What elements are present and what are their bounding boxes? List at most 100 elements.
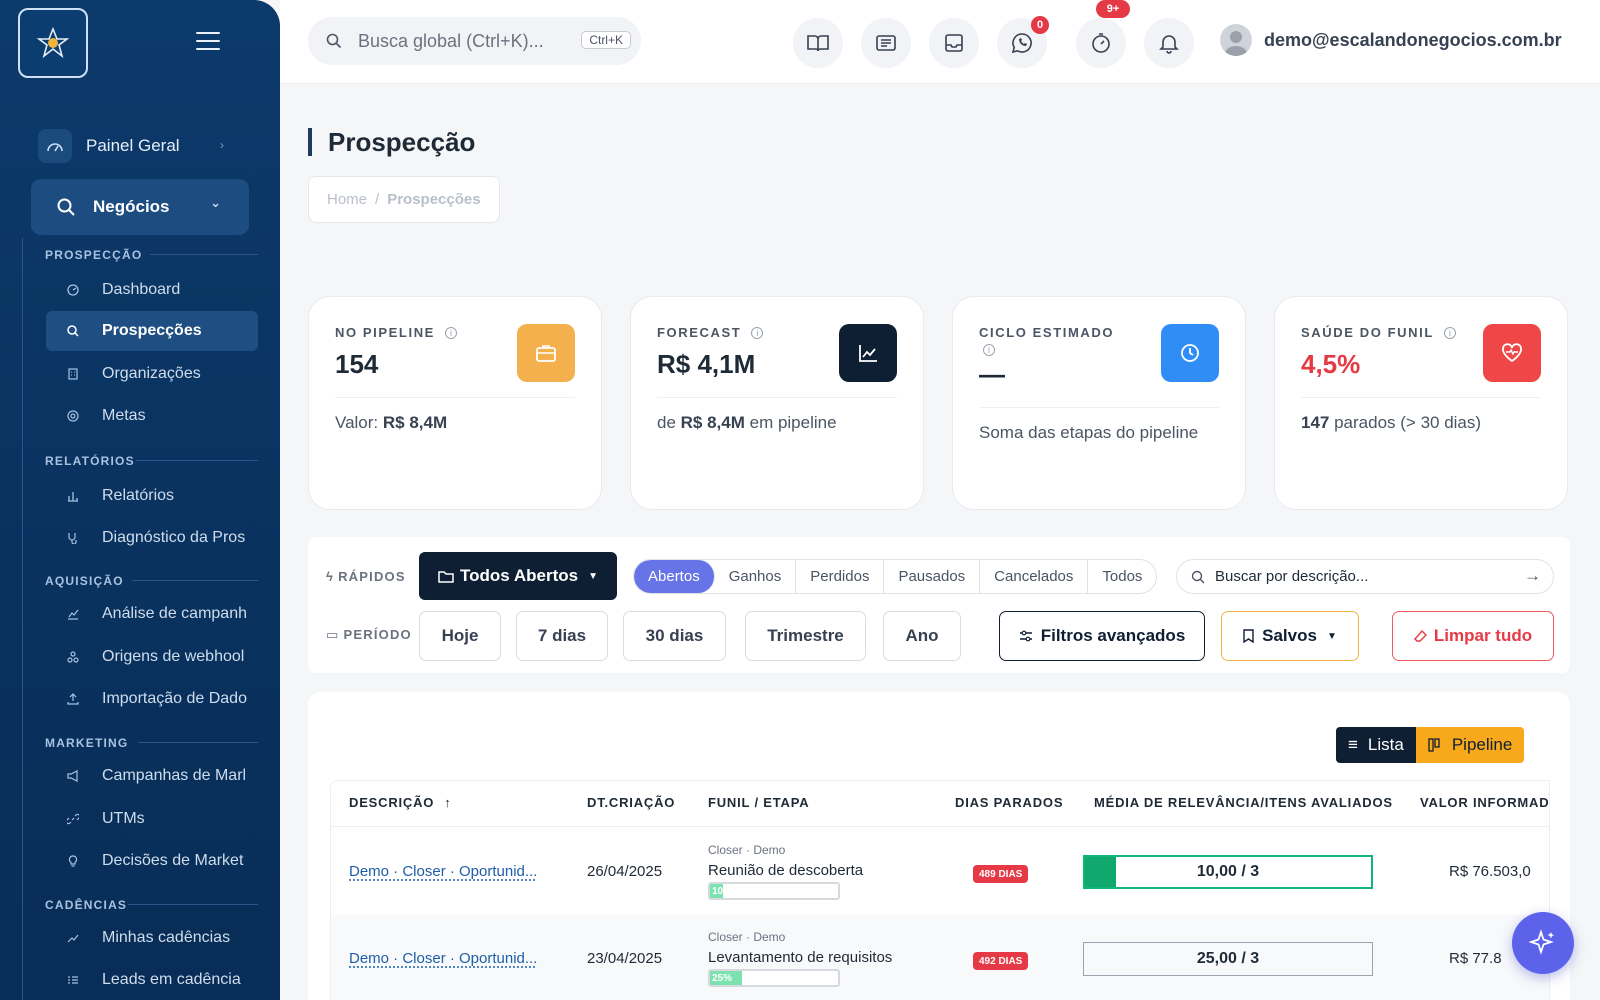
period-7-dias-button[interactable]: 7 dias (516, 611, 608, 661)
heart-pulse-icon (1483, 324, 1541, 382)
sliders-icon (1019, 630, 1033, 642)
sidebar-item-relatorios[interactable]: Relatórios (46, 476, 258, 516)
section-title-relatorios: RELATÓRIOS (45, 454, 135, 468)
divider (335, 397, 575, 398)
stage-name: Reunião de descoberta (708, 862, 864, 879)
status-tab-perdidos[interactable]: Perdidos (796, 560, 885, 593)
ai-assistant-button[interactable] (1512, 912, 1574, 974)
sidebar-item-label: Campanhas de Marl (102, 767, 247, 784)
columns-icon (1428, 738, 1442, 752)
view-dropdown-label: Todos Abertos (460, 566, 579, 585)
relevance-bar: 25,00 / 3 (1083, 942, 1373, 976)
view-list-button[interactable]: ≡ Lista (1336, 727, 1416, 763)
whatsapp-button[interactable]: 0 (997, 16, 1049, 68)
funnel-name: Closer · Demo (708, 843, 786, 857)
global-search[interactable]: Ctrl+K (308, 17, 641, 65)
breadcrumb: Home / Prospecções (308, 176, 500, 223)
relevance-value: 10,00 / 3 (1196, 863, 1260, 880)
sidebar-item-dashboard[interactable]: Dashboard (46, 270, 258, 310)
sidebar-item-importacao[interactable]: Importação de Dado (46, 679, 258, 719)
shortcut-hint: Ctrl+K (581, 31, 631, 49)
notifications-button[interactable] (1144, 18, 1194, 68)
sidebar-group-negocios[interactable]: Negócios ⌄ (31, 179, 249, 235)
caret-down-icon: ▼ (588, 570, 598, 582)
period-30-dias-button[interactable]: 30 dias (623, 611, 726, 661)
info-icon[interactable]: i (444, 327, 457, 339)
column-header-dias-parados[interactable]: DIAS PARADOS (955, 795, 1063, 810)
saved-filters-dropdown[interactable]: Salvos ▼ (1221, 611, 1359, 661)
dashboard-icon (66, 283, 80, 297)
period-trimestre-button[interactable]: Trimestre (745, 611, 866, 661)
advanced-filters-button[interactable]: Filtros avançados (999, 611, 1205, 661)
view-dropdown[interactable]: Todos Abertos ▼ (419, 552, 617, 600)
inbox-button[interactable] (929, 18, 979, 68)
filter-label-periodo: ▭ PERÍODO (326, 627, 412, 642)
book-button[interactable] (793, 18, 843, 68)
column-header-relevancia[interactable]: MÉDIA DE RELEVÂNCIA/ITENS AVALIADOS (1094, 795, 1393, 810)
timer-button[interactable]: 9+ (1076, 0, 1130, 68)
deal-description-link[interactable]: Demo · Closer · Oportunid... (349, 950, 537, 967)
sidebar-item-analise-campanhas[interactable]: Análise de campanh (46, 594, 258, 634)
sidebar-item-prospeccoes[interactable]: Prospecções (46, 311, 258, 351)
status-tab-abertos[interactable]: Abertos (634, 560, 715, 593)
column-header-descricao[interactable]: DESCRIÇÃO ↑ (349, 795, 452, 810)
menu-toggle-button[interactable] (196, 32, 220, 50)
info-icon[interactable]: i (1443, 327, 1456, 339)
column-header-valor[interactable]: VALOR INFORMAD (1420, 795, 1549, 810)
divider (128, 904, 258, 905)
deal-description-link[interactable]: Demo · Closer · Oportunid... (349, 863, 537, 880)
megaphone-icon (66, 769, 80, 783)
sidebar-group-label: Negócios (93, 197, 170, 216)
list-icon (66, 973, 80, 987)
info-icon[interactable]: i (983, 344, 995, 356)
view-pipeline-button[interactable]: Pipeline (1415, 727, 1525, 763)
deals-table: DESCRIÇÃO ↑ DT.CRIAÇÃO FUNIL / ETAPA DIAS… (330, 780, 1550, 1000)
kpi-card-saude: SAÚDE DO FUNIL i 4,5% 147 parados (> 30 d… (1274, 296, 1568, 510)
sidebar-item-metas[interactable]: Metas (46, 396, 258, 436)
deal-value: R$ 76.503,0 (1449, 863, 1531, 880)
stethoscope-icon (66, 531, 80, 545)
section-title-cadencias: CADÊNCIAS (45, 898, 128, 912)
sidebar-item-origens-webhook[interactable]: Origens de webhool (46, 637, 258, 677)
status-tab-cancelados[interactable]: Cancelados (980, 560, 1089, 593)
kpi-value: 154 (335, 349, 379, 379)
user-menu[interactable]: demo@escalandonegocios.com.br (1220, 24, 1562, 56)
sidebar-item-minhas-cadencias[interactable]: Minhas cadências (46, 918, 258, 958)
clear-filters-button[interactable]: Limpar tudo (1392, 611, 1554, 661)
period-ano-button[interactable]: Ano (883, 611, 961, 661)
page-title: Prospecção (308, 128, 475, 156)
newspaper-icon (876, 35, 896, 51)
info-icon[interactable]: i (751, 327, 764, 339)
sidebar-item-leads-cadencia[interactable]: Leads em cadência (46, 960, 258, 1000)
kpi-value: R$ 4,1M (657, 349, 756, 379)
stalled-days-badge: 489 DIAS (973, 865, 1029, 883)
kpi-label: NO PIPELINE i (335, 325, 457, 340)
table-row[interactable]: Demo · Closer · Oportunid... 23/04/2025 … (331, 915, 1549, 1000)
user-email: demo@escalandonegocios.com.br (1264, 29, 1562, 50)
global-search-input[interactable] (358, 30, 558, 52)
sidebar-item-diagnostico[interactable]: Diagnóstico da Pros (46, 518, 258, 558)
sidebar-item-organizacoes[interactable]: Organizações (46, 354, 258, 394)
arrow-right-icon[interactable]: → (1524, 566, 1541, 586)
sidebar-item-label: Painel Geral (86, 136, 180, 155)
stage-progress-fill: 25% (710, 971, 742, 985)
status-tab-todos[interactable]: Todos (1088, 560, 1156, 593)
status-tab-pausados[interactable]: Pausados (884, 560, 981, 593)
sidebar-item-campanhas-marketing[interactable]: Campanhas de Marl (46, 756, 258, 796)
kpi-subtext: Valor: R$ 8,4M (335, 413, 448, 432)
column-header-dt-criacao[interactable]: DT.CRIAÇÃO (587, 795, 675, 810)
status-tab-ganhos[interactable]: Ganhos (715, 560, 797, 593)
description-search[interactable]: → (1176, 559, 1554, 594)
description-search-input[interactable] (1215, 568, 1515, 585)
breadcrumb-current: Prospecções (387, 191, 481, 208)
table-row[interactable]: Demo · Closer · Oportunid... 26/04/2025 … (331, 827, 1549, 915)
sidebar-item-decisoes-marketing[interactable]: Decisões de Market (46, 841, 258, 881)
sidebar-item-painel-geral[interactable]: Painel Geral › (30, 124, 260, 168)
breadcrumb-home[interactable]: Home (327, 191, 367, 208)
period-hoje-button[interactable]: Hoje (419, 611, 501, 661)
sidebar-item-utms[interactable]: UTMs (46, 799, 258, 839)
target-icon (66, 409, 80, 423)
column-header-funil-etapa[interactable]: FUNIL / ETAPA (708, 795, 809, 810)
news-button[interactable] (861, 18, 911, 68)
logo[interactable] (18, 8, 88, 78)
